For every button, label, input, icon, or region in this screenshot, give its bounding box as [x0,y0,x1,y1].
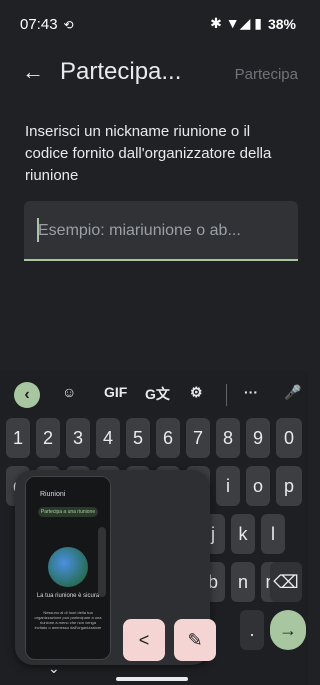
signal-icons: ✱ ▼◢ ▮ [210,15,262,31]
key-4[interactable]: 4 [96,418,120,458]
key-0[interactable]: 0 [276,418,302,458]
period-key[interactable]: . [240,610,264,650]
status-time: 07:43 ⟲ [20,16,74,33]
microphone-icon[interactable]: 🎤 [284,384,301,401]
back-arrow-icon[interactable]: ← [22,59,44,85]
chevron-down-icon[interactable]: ⌄ [48,660,60,677]
key-l[interactable]: l [261,514,285,554]
app-bar: ← Partecipa... Partecipa [0,45,308,101]
key-1[interactable]: 1 [6,418,30,458]
battery-level: 38% [267,15,296,32]
key-9[interactable]: 9 [246,418,270,458]
meeting-code-input[interactable] [36,219,290,243]
join-action-button[interactable]: Partecipa [235,66,298,83]
thumbnail-title: Riunioni [40,491,66,498]
enter-arrow-icon[interactable]: → [270,610,306,650]
thumbnail-body-text: Nessuno al di fuori della tua organizzaz… [34,610,102,630]
screenshot-preview-overlay: Riunioni Partecipa a una riunione La tua… [15,470,216,665]
settings-gear-icon[interactable]: ⚙ [190,384,203,401]
key-n[interactable]: n [231,562,255,602]
key-2[interactable]: 2 [36,418,60,458]
meeting-code-field[interactable] [24,201,298,261]
thumbnail-status-bar [26,477,110,487]
screenshot-thumbnail[interactable]: Riunioni Partecipa a una riunione La tua… [25,476,111,660]
thumbnail-join-button: Partecipa a una riunione [38,507,98,517]
key-3[interactable]: 3 [66,418,90,458]
translate-icon[interactable]: G文 [145,384,170,404]
more-options-icon[interactable]: ··· [244,384,258,400]
key-8[interactable]: 8 [216,418,240,458]
key-k[interactable]: k [231,514,255,554]
sticker-icon[interactable]: ☺ [62,384,76,400]
status-icons: ✱ ▼◢ ▮ 38% [210,15,296,32]
thumbnail-caption: La tua riunione è sicura [36,593,100,599]
thumbnail-side-controls [98,527,106,597]
toolbar-divider [226,384,227,406]
share-icon[interactable]: < [123,619,165,661]
edit-pencil-icon[interactable]: ✎ [174,619,216,661]
key-p[interactable]: p [276,466,302,506]
key-6[interactable]: 6 [156,418,180,458]
home-gesture-bar[interactable] [116,677,188,681]
key-i[interactable]: i [216,466,240,506]
key-7[interactable]: 7 [186,418,210,458]
key-o[interactable]: o [246,466,270,506]
thumbnail-illustration [48,547,88,587]
number-row: 1 2 3 4 5 6 7 8 9 0 [0,418,308,462]
delete-key-icon[interactable]: ⌫ [270,562,302,602]
instructions-text: Inserisci un nickname riunione o il codi… [25,123,272,184]
key-5[interactable]: 5 [126,418,150,458]
gif-button[interactable]: GIF [104,384,127,400]
status-bar: 07:43 ⟲ ✱ ▼◢ ▮ 38% [0,0,308,40]
sync-icon: ⟲ [63,18,74,32]
page-title: Partecipa... [60,58,182,85]
keyboard-back-icon[interactable]: ‹ [14,382,40,408]
keyboard-toolbar: ‹ ☺ GIF G文 ⚙ ··· 🎤 [0,374,308,416]
